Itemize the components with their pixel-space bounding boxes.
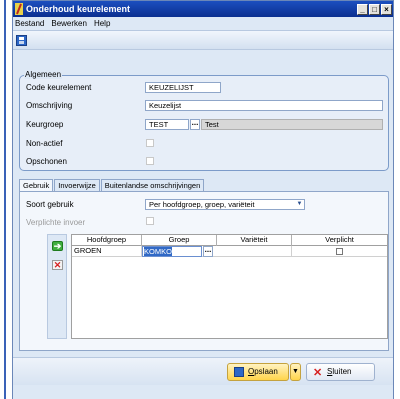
- window-title: Onderhoud keurelement: [26, 4, 131, 14]
- data-grid: Hoofdgroep Groep Variëteit Verplicht GRO…: [71, 234, 388, 339]
- soort-gebruik-select[interactable]: Per hoofdgroep, groep, variëteit ▼: [145, 199, 305, 210]
- group-title: Algemeen: [24, 70, 63, 79]
- nonactief-checkbox[interactable]: [146, 139, 154, 147]
- nonactief-label: Non-actief: [26, 139, 63, 148]
- menu-help[interactable]: Help: [94, 19, 110, 28]
- save-icon: [234, 367, 244, 377]
- chevron-down-icon: ▼: [296, 201, 303, 207]
- omschrijving-field[interactable]: Keuzelijst: [145, 100, 383, 111]
- grid-header: Hoofdgroep Groep Variëteit Verplicht: [72, 235, 387, 246]
- menu-bewerken[interactable]: Bewerken: [51, 19, 87, 28]
- save-icon[interactable]: [16, 34, 27, 46]
- sluiten-label: luiten: [332, 367, 352, 376]
- opslaan-button[interactable]: Opslaan: [227, 363, 289, 381]
- button-bar: Opslaan ▼ ✕ Sluiten: [13, 357, 393, 385]
- col-hoofdgroep[interactable]: Hoofdgroep: [72, 235, 142, 246]
- general-group: Algemeen Code keurelement KEUZELIJST Oms…: [19, 70, 389, 171]
- keurgroep-field[interactable]: TEST: [145, 119, 189, 130]
- minimize-button[interactable]: _: [357, 3, 368, 15]
- keurgroep-lookup-button[interactable]: ...: [190, 119, 200, 130]
- background-window-edge: [0, 0, 6, 399]
- menu-bar: Bestand Bewerken Help: [13, 17, 393, 30]
- col-varieteit[interactable]: Variëteit: [217, 235, 292, 246]
- grid-side-toolbar: ➔ ✕: [47, 234, 67, 339]
- soort-gebruik-label: Soort gebruik: [26, 200, 74, 209]
- keurgroep-label: Keurgroep: [26, 120, 64, 129]
- tab-strip: Gebruik Invoerwijze Buitenlandse omschri…: [19, 179, 205, 192]
- opschonen-label: Opschonen: [26, 157, 67, 166]
- title-bar: Onderhoud keurelement _ □ ×: [13, 1, 393, 17]
- delete-row-icon[interactable]: ✕: [52, 260, 63, 270]
- toolbar: [13, 30, 393, 50]
- main-window: Onderhoud keurelement _ □ × Bestand Bewe…: [12, 0, 394, 399]
- status-strip: [13, 385, 393, 399]
- cell-groep-editor[interactable]: KOMKO: [142, 246, 202, 257]
- omschrijving-label: Omschrijving: [26, 101, 73, 110]
- soort-gebruik-value: Per hoofdgroep, groep, variëteit: [149, 200, 255, 209]
- sluiten-button[interactable]: ✕ Sluiten: [306, 363, 375, 381]
- opschonen-checkbox[interactable]: [146, 157, 154, 165]
- table-row[interactable]: GROEN KOMKO ...: [72, 246, 387, 257]
- opslaan-dropdown-button[interactable]: ▼: [290, 363, 301, 381]
- cell-hoofdgroep[interactable]: GROEN: [72, 246, 142, 257]
- app-icon: [15, 3, 23, 15]
- col-verplicht[interactable]: Verplicht: [292, 235, 387, 246]
- tab-buitenlandse-omschrijvingen[interactable]: Buitenlandse omschrijvingen: [100, 179, 205, 191]
- tab-invoerwijze[interactable]: Invoerwijze: [54, 179, 100, 191]
- verplichte-invoer-label: Verplichte invoer: [26, 218, 86, 227]
- code-label: Code keurelement: [26, 83, 92, 92]
- close-button[interactable]: ×: [381, 3, 392, 15]
- verplichte-invoer-checkbox[interactable]: [146, 217, 154, 225]
- keurgroep-description: Test: [201, 119, 383, 130]
- add-row-icon[interactable]: ➔: [52, 241, 63, 251]
- cell-verplicht-checkbox[interactable]: [336, 248, 343, 255]
- menu-bestand[interactable]: Bestand: [15, 19, 44, 28]
- opslaan-label: pslaan: [254, 367, 278, 376]
- code-field[interactable]: KEUZELIJST: [145, 82, 221, 93]
- cell-varieteit[interactable]: [217, 246, 292, 257]
- close-icon: ✕: [313, 367, 323, 379]
- groep-lookup-button[interactable]: ...: [203, 246, 213, 257]
- maximize-button[interactable]: □: [369, 3, 380, 15]
- cell-groep-value: KOMKO: [144, 247, 172, 256]
